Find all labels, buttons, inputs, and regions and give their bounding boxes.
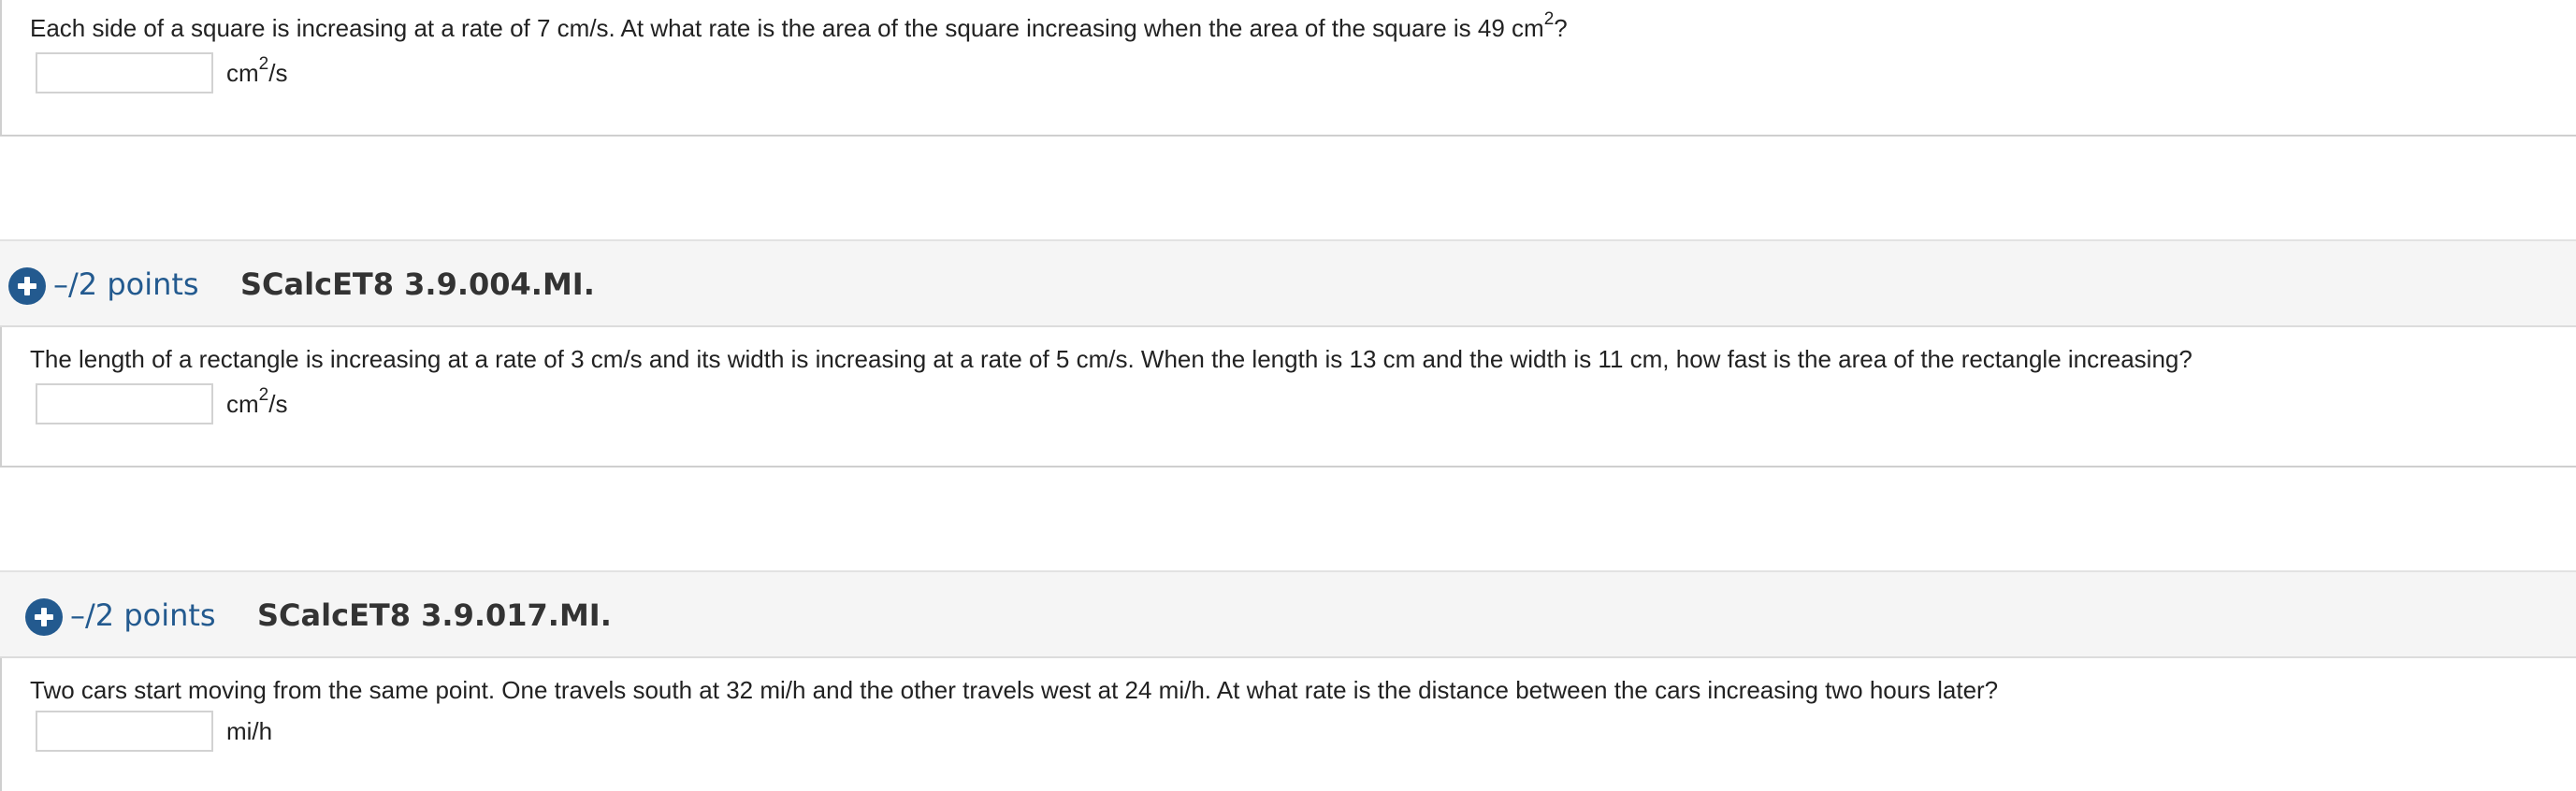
- question-3-answer-input[interactable]: [36, 711, 213, 752]
- question-2-unit: cm2/s: [226, 386, 288, 419]
- expand-plus-icon[interactable]: [8, 267, 46, 305]
- question-2-unit-superscript: 2: [258, 385, 269, 406]
- question-1-text-main: Each side of a square is increasing at a…: [30, 14, 1544, 42]
- question-1-body: Each side of a square is increasing at a…: [0, 0, 2576, 137]
- question-1-text-end: ?: [1554, 14, 1568, 42]
- expand-plus-icon[interactable]: [25, 598, 63, 636]
- question-2-header: –/2 points SCalcET8 3.9.004.MI.: [0, 239, 2576, 327]
- question-3-id: SCalcET8 3.9.017.MI.: [257, 597, 612, 633]
- question-1-answer-input[interactable]: [36, 52, 213, 93]
- question-2-text: The length of a rectangle is increasing …: [30, 345, 2192, 373]
- question-1-unit-base: cm: [226, 59, 259, 87]
- question-2-answer-input[interactable]: [36, 383, 213, 424]
- question-1-unit: cm2/s: [226, 55, 288, 88]
- question-2-unit-suffix: /s: [268, 390, 288, 418]
- question-3-points-link[interactable]: –/2 points: [70, 597, 216, 634]
- question-2-points-link[interactable]: –/2 points: [53, 266, 199, 303]
- question-1-unit-superscript: 2: [258, 54, 269, 75]
- question-3-body: Two cars start moving from the same poin…: [0, 658, 2576, 791]
- question-1-unit-suffix: /s: [268, 59, 288, 87]
- question-3-text: Two cars start moving from the same poin…: [30, 676, 1999, 704]
- question-2-unit-base: cm: [226, 390, 259, 418]
- question-1-text: Each side of a square is increasing at a…: [30, 10, 1568, 43]
- question-3-header: –/2 points SCalcET8 3.9.017.MI.: [0, 570, 2576, 658]
- question-2-body: The length of a rectangle is increasing …: [0, 327, 2576, 467]
- question-2-id: SCalcET8 3.9.004.MI.: [240, 266, 595, 302]
- question-3-unit: mi/h: [226, 717, 273, 745]
- question-1-text-superscript: 2: [1543, 9, 1555, 30]
